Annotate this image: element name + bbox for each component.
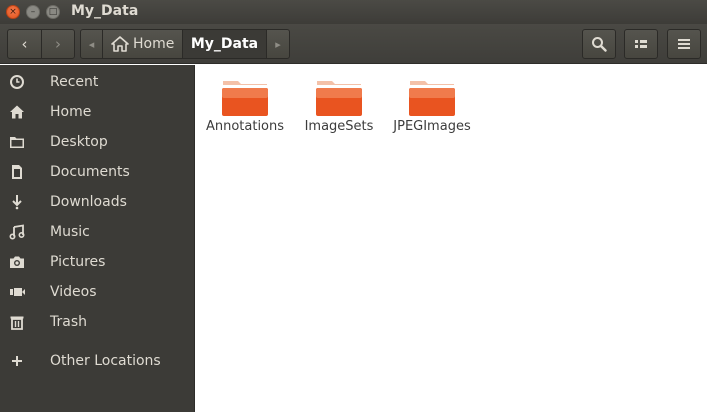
sidebar-item-label: Recent bbox=[50, 74, 99, 90]
sidebar-item-label: Videos bbox=[50, 284, 97, 300]
maximize-window-button[interactable]: □ bbox=[46, 5, 60, 19]
sidebar-item-documents[interactable]: Documents bbox=[0, 157, 195, 187]
path-segment-current[interactable]: My_Data bbox=[183, 30, 267, 58]
home-icon bbox=[111, 36, 129, 52]
list-view-icon bbox=[635, 40, 647, 48]
sidebar-item-pictures[interactable]: Pictures bbox=[0, 247, 195, 277]
path-segment-label: My_Data bbox=[190, 36, 259, 52]
path-segment-label: Home bbox=[133, 36, 175, 52]
menu-button[interactable] bbox=[667, 29, 701, 59]
sidebar-item-label: Music bbox=[50, 224, 90, 240]
folder-icon bbox=[409, 81, 455, 116]
search-icon bbox=[592, 37, 607, 52]
sidebar-item-label: Desktop bbox=[50, 134, 108, 150]
history-nav: ‹ › bbox=[7, 29, 75, 59]
view-options-button[interactable] bbox=[624, 29, 658, 59]
download-icon bbox=[9, 194, 25, 210]
title-bar: × – □ My_Data bbox=[0, 0, 707, 24]
sidebar-item-recent[interactable]: Recent bbox=[0, 67, 195, 97]
document-icon bbox=[9, 164, 25, 180]
folder-name: ImageSets bbox=[304, 119, 374, 134]
sidebar-item-label: Trash bbox=[50, 314, 87, 330]
file-manager-window: × – □ My_Data ‹ › ◂ Home My_Data ▸ Recen… bbox=[0, 0, 707, 412]
window-title: My_Data bbox=[71, 3, 139, 19]
forward-button[interactable]: › bbox=[40, 30, 74, 58]
folder-item[interactable]: ImageSets bbox=[295, 75, 383, 135]
sidebar-item-label: Home bbox=[50, 104, 92, 120]
trash-icon bbox=[9, 314, 25, 330]
path-segment-home[interactable]: Home bbox=[103, 30, 183, 58]
folder-item[interactable]: Annotations bbox=[201, 75, 289, 135]
minimize-window-button[interactable]: – bbox=[26, 5, 40, 19]
sidebar-item-videos[interactable]: Videos bbox=[0, 277, 195, 307]
back-button[interactable]: ‹ bbox=[8, 30, 41, 58]
folder-name: Annotations bbox=[205, 119, 285, 134]
folder-icon bbox=[222, 81, 268, 116]
search-button[interactable] bbox=[582, 29, 616, 59]
music-icon bbox=[9, 224, 25, 240]
path-scroll-right-button[interactable]: ▸ bbox=[267, 30, 289, 58]
camera-icon bbox=[9, 254, 25, 270]
sidebar-item-label: Documents bbox=[50, 164, 130, 180]
toolbar: ‹ › ◂ Home My_Data ▸ bbox=[0, 24, 707, 64]
sidebar-item-label: Downloads bbox=[50, 194, 127, 210]
sidebar-item-label: Other Locations bbox=[50, 353, 161, 369]
hamburger-menu-icon bbox=[678, 39, 690, 49]
sidebar-item-other-locations[interactable]: Other Locations bbox=[0, 346, 195, 376]
plus-icon bbox=[9, 353, 25, 369]
path-bar: ◂ Home My_Data ▸ bbox=[80, 29, 290, 59]
sidebar: Recent Home Desktop Documents Downloads bbox=[0, 65, 195, 412]
home-icon bbox=[9, 104, 25, 120]
close-window-button[interactable]: × bbox=[6, 5, 20, 19]
sidebar-item-desktop[interactable]: Desktop bbox=[0, 127, 195, 157]
video-icon bbox=[9, 284, 25, 300]
sidebar-item-downloads[interactable]: Downloads bbox=[0, 187, 195, 217]
clock-icon bbox=[9, 74, 25, 90]
sidebar-item-trash[interactable]: Trash bbox=[0, 307, 195, 337]
sidebar-item-home[interactable]: Home bbox=[0, 97, 195, 127]
folder-icon bbox=[9, 134, 25, 150]
sidebar-item-label: Pictures bbox=[50, 254, 106, 270]
path-scroll-left-button[interactable]: ◂ bbox=[81, 30, 103, 58]
file-view: Annotations ImageSets JPEGImages bbox=[196, 65, 707, 412]
folder-icon bbox=[316, 81, 362, 116]
folder-item[interactable]: JPEGImages bbox=[388, 75, 476, 135]
folder-name: JPEGImages bbox=[393, 119, 471, 134]
sidebar-item-music[interactable]: Music bbox=[0, 217, 195, 247]
